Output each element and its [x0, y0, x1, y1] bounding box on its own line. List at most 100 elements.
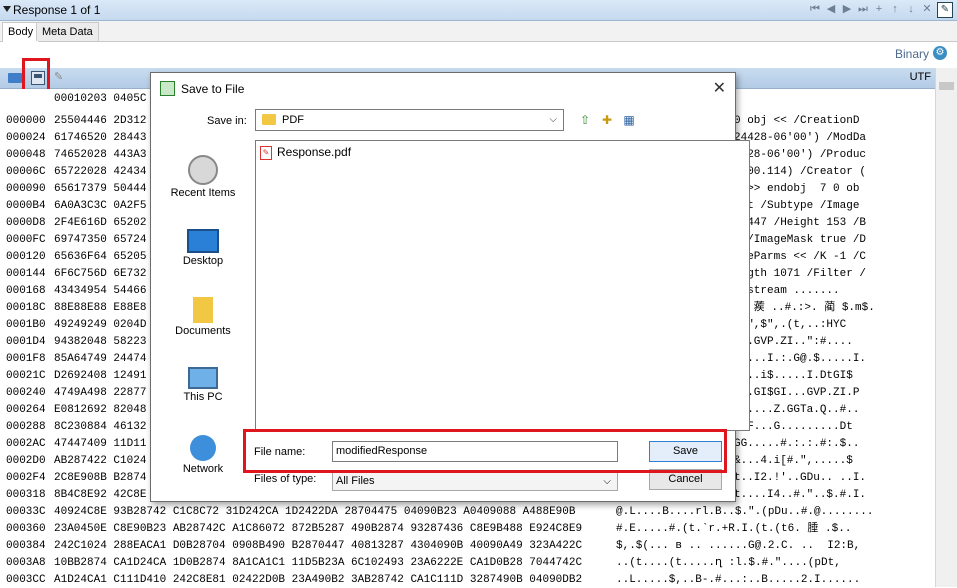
place-label: This PC [183, 391, 223, 403]
folder-icon [262, 114, 276, 125]
hex-row-bytes: 40924C8E 93B28742 C1C8C72 31D242CA 1D242… [54, 506, 576, 518]
hex-row-offset: 0000FC [6, 234, 46, 246]
last-response-icon[interactable]: ⏭ [857, 2, 869, 16]
place-label: Network [182, 463, 224, 475]
hex-row-bytes: 61746520 28443 [54, 132, 147, 144]
response-title: Response 1 of 1 [13, 3, 101, 17]
close-icon[interactable]: ✕ [713, 78, 726, 98]
hex-row-offset: 000168 [6, 285, 46, 297]
hex-row-bytes: 4749A498 22877 [54, 387, 147, 399]
place-documents[interactable]: Documents [163, 297, 243, 337]
hex-row-bytes: 242C1024 288EACA1 D0B28704 0908B490 B287… [54, 540, 583, 552]
hex-row-ascii: 3.00.114) /Creator ( [734, 166, 867, 178]
pen-icon[interactable]: ✎ [54, 71, 64, 83]
hex-row-bytes: 94382048 58223 [54, 336, 147, 348]
documents-icon [193, 297, 213, 323]
hex-row-offset: 0003A8 [6, 557, 46, 569]
collapse-caret-icon[interactable] [3, 6, 11, 12]
hex-row-offset: 000318 [6, 489, 46, 501]
tab-body[interactable]: Body [2, 22, 40, 42]
hex-row-bytes: 65636F64 65205 [54, 251, 147, 263]
hex-row-offset: 000120 [6, 251, 46, 263]
clock-icon [188, 155, 218, 185]
hex-row-ascii: t..I2.!'..GDu.. ..I. [734, 472, 867, 484]
place-label: Recent Items [170, 187, 236, 199]
hex-row-offset: 0000D8 [6, 217, 46, 229]
hex-row-ascii: DDF...G.........Dt [734, 421, 853, 433]
move-down-icon[interactable]: ↓ [905, 2, 917, 16]
hex-row-offset: 0001D4 [6, 336, 46, 348]
hex-row-ascii: 4428-06'00') /Produc [734, 149, 867, 161]
hex-row-offset: 0002D0 [6, 455, 46, 467]
new-folder-icon[interactable]: ✚ [599, 112, 615, 128]
previous-response-icon[interactable]: ◀ [825, 2, 837, 16]
edit-icon[interactable]: ✎ [937, 2, 953, 18]
hex-row-offset: 00021C [6, 370, 46, 382]
files-of-type-dropdown[interactable]: All Files ⌵ [332, 471, 618, 491]
network-icon [190, 435, 216, 461]
hex-row-bytes: 8B4C8E92 42C8E [54, 489, 147, 501]
hex-row-ascii: t....I4..#."..$.#.I. [734, 489, 867, 501]
file-item[interactable]: ✎ Response.pdf [260, 145, 351, 160]
hex-row-bytes: 10BB2874 CA1D24CA 1D0B2874 8A1CA1C1 11D5… [54, 557, 583, 569]
chevron-down-icon: ⌵ [603, 476, 611, 487]
place-this-pc[interactable]: This PC [163, 367, 243, 403]
hex-row-bytes: 88E88E88 E88E8 [54, 302, 147, 314]
hex-row-ascii: .. 蒺 ..#.:>. 蔺 $.m$. [734, 302, 875, 314]
hex-row-offset: 0002AC [6, 438, 46, 450]
files-of-type-value: All Files [336, 475, 375, 487]
delete-icon[interactable]: ✕ [921, 2, 933, 16]
hex-row-ascii: 0 obj << /CreationD [734, 115, 860, 127]
first-response-icon[interactable]: ⏮ [809, 2, 821, 16]
hex-row-ascii: ength 1071 /Filter / [734, 268, 867, 280]
chevron-down-icon: ⌵ [549, 114, 557, 125]
tab-meta-data[interactable]: Meta Data [36, 22, 99, 41]
binary-mode-label[interactable]: Binary [895, 47, 929, 61]
hex-row-ascii: HZ.GVP.ZI..":#.... [734, 336, 853, 348]
hex-row-offset: 0002F4 [6, 472, 46, 484]
hex-row-ascii: /ImageMask true /D [734, 234, 867, 246]
computer-icon [188, 367, 218, 389]
scrollbar-thumb[interactable] [939, 82, 954, 90]
place-recent-items[interactable]: Recent Items [163, 155, 243, 199]
hex-row-ascii: @.L....B....rl.B..$.".(pDu..#.@........ [616, 506, 874, 518]
hex-row-ascii: $..GI$GI...GVP.ZI.P [734, 387, 860, 399]
file-list[interactable]: ✎ Response.pdf [255, 140, 750, 431]
hex-row-bytes: 74652028 443A3 [54, 149, 147, 161]
hex-row-ascii: #.E.....#.(t.`r.+R.I.(t.(t6. 腄 .$.. [616, 523, 852, 535]
move-up-icon[interactable]: ↑ [889, 2, 901, 16]
vertical-scrollbar[interactable] [935, 68, 957, 587]
place-label: Documents [175, 325, 231, 337]
hex-row-bytes: 2C8E908B B2874 [54, 472, 147, 484]
gear-icon[interactable]: ⚙ [933, 46, 947, 60]
place-desktop[interactable]: Desktop [163, 229, 243, 267]
hex-row-bytes: 49249249 0204D [54, 319, 147, 331]
save-in-dropdown[interactable]: PDF ⌵ [255, 109, 564, 131]
hex-row-ascii: n 447 /Height 153 /B [734, 217, 867, 229]
hex-row-offset: 000384 [6, 540, 46, 552]
hex-row-ascii: ..(t....(t.....ղ :l.$.#."....(pDt, [616, 557, 841, 569]
utf-label[interactable]: UTF [910, 71, 931, 83]
hex-row-bytes: 8C230884 46132 [54, 421, 147, 433]
hex-row-offset: 000144 [6, 268, 46, 280]
view-menu-icon[interactable]: ▦ [621, 112, 637, 128]
hex-row-bytes: 6F6C756D 6E732 [54, 268, 147, 280]
place-network[interactable]: Network [163, 435, 243, 475]
dialog-toolbar: ⇧ ✚ ▦ [577, 112, 637, 128]
hex-row-ascii: .$",$",.(t,..:HYC [734, 319, 847, 331]
add-icon[interactable]: + [873, 2, 885, 16]
save-to-file-dialog: Save to File ✕ Save in: PDF ⌵ ⇧ ✚ ▦ Rece… [150, 72, 750, 502]
hex-row-bytes: A1D24CA1 C111D410 242C8E81 02422D0B 23A4… [54, 574, 583, 586]
hex-row-ascii: ) >> endobj 7 0 ob [734, 183, 860, 195]
hex-row-ascii: ..L.....$,..B-.#...:..B.....2.I...... [616, 574, 861, 586]
hex-row-offset: 000048 [6, 149, 46, 161]
hex-row-bytes: 65617379 50444 [54, 183, 147, 195]
hex-row-bytes: 25504446 2D312 [54, 115, 147, 127]
next-response-icon[interactable]: ▶ [841, 2, 853, 16]
save-in-value: PDF [282, 114, 304, 126]
hex-row-bytes: 6A0A3C3C 0A2F5 [54, 200, 147, 212]
hex-row-offset: 000090 [6, 183, 46, 195]
open-folder-icon[interactable] [8, 73, 22, 83]
hex-row-ascii: ect /Subtype /Image [734, 200, 860, 212]
up-folder-icon[interactable]: ⇧ [577, 112, 593, 128]
